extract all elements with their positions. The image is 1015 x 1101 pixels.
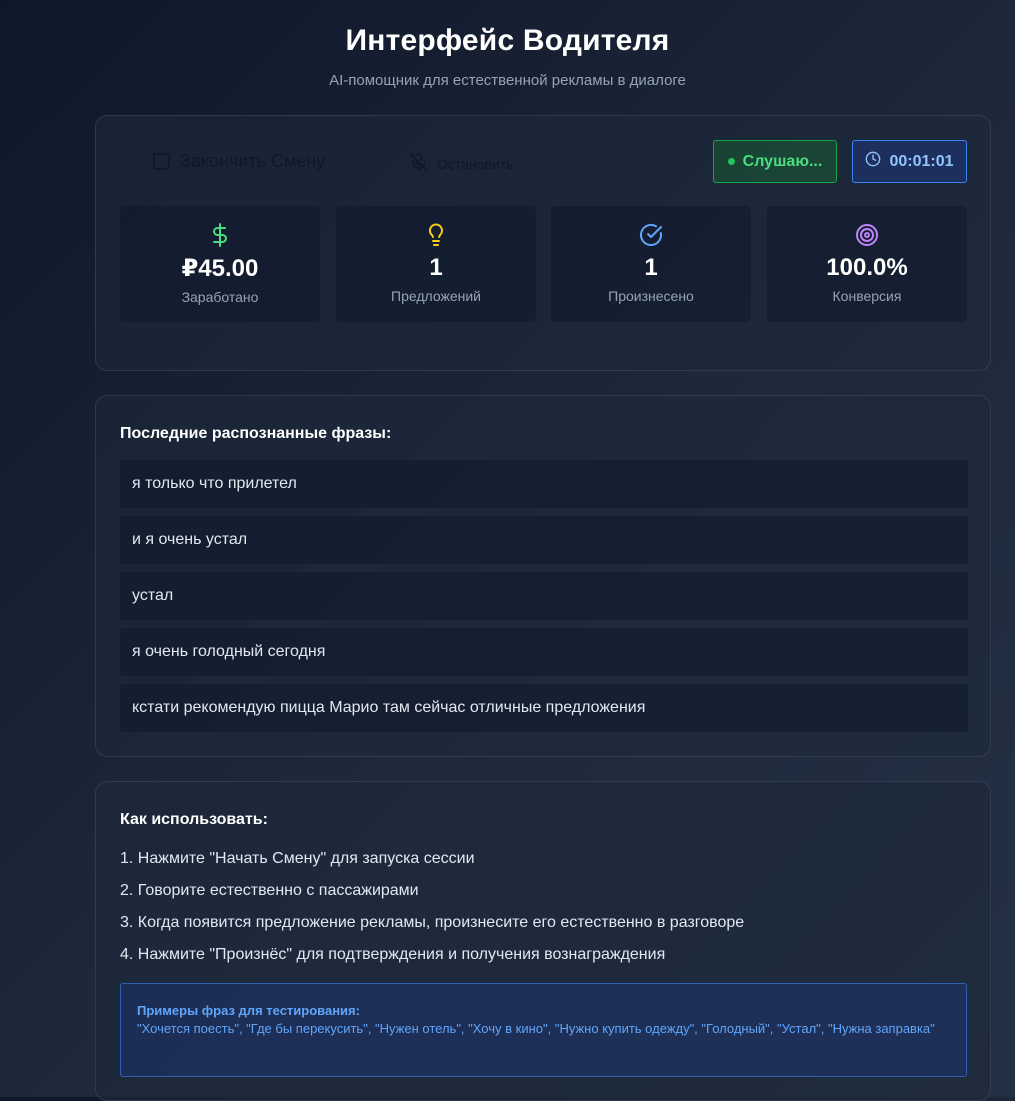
list-item: 2. Говорите естественно с пассажирами	[120, 882, 419, 899]
list-item: кстати рекомендую пицца Марио там сейчас…	[120, 684, 968, 732]
target-icon	[767, 222, 967, 248]
stat-label: Конверсия	[832, 288, 902, 304]
end-shift-button[interactable]: Закончить Смену	[153, 151, 325, 172]
stat-spoken: 1 Произнесено	[551, 206, 751, 322]
stat-label: Предложений	[391, 288, 481, 304]
check-circle-icon	[551, 222, 751, 248]
list-item: я очень голодный сегодня	[120, 628, 968, 676]
list-item: и я очень устал	[120, 516, 968, 564]
status-dot-icon	[727, 158, 735, 165]
stat-offers: 1 Предложений	[336, 206, 536, 322]
phrases-title: Последние распознанные фразы:	[120, 425, 392, 442]
list-item: 3. Когда появится предложение рекламы, п…	[120, 914, 745, 931]
mic-off-icon	[409, 152, 429, 175]
lightbulb-icon	[336, 222, 536, 248]
stat-label: Произнесено	[608, 288, 694, 304]
end-shift-label: Закончить Смену	[180, 151, 326, 171]
clock-icon	[865, 151, 881, 172]
square-icon	[153, 153, 170, 170]
list-item: 4. Нажмите "Произнёс" для подтверждения …	[120, 946, 666, 963]
control-panel: Закончить Смену Остановить Слушаю... 00:…	[95, 115, 991, 371]
toolbar: Закончить Смену Остановить Слушаю... 00:…	[96, 116, 990, 206]
list-item: я только что прилетел	[120, 460, 968, 508]
timer-value: 00:01:01	[889, 152, 954, 170]
phrase-list: я только что прилетел и я очень устал ус…	[120, 460, 968, 740]
stat-value: 100.0%	[826, 254, 908, 281]
recognized-phrases-panel: Последние распознанные фразы: я только ч…	[95, 395, 991, 757]
examples-text: "Хочется поесть", "Где бы перекусить", "…	[137, 1021, 935, 1036]
page-subtitle: AI-помощник для естественной рекламы в д…	[329, 72, 686, 89]
howto-title: Как использовать:	[120, 811, 268, 828]
listening-status-badge: Слушаю...	[713, 140, 837, 183]
page-header: Интерфейс Водителя AI-помощник для естес…	[0, 0, 1015, 89]
session-timer: 00:01:01	[852, 140, 967, 183]
stop-label: Остановить	[437, 155, 514, 172]
how-to-use-panel: Как использовать: 1. Нажмите "Начать Сме…	[95, 781, 991, 1101]
status-label: Слушаю...	[742, 152, 823, 170]
dollar-icon	[120, 222, 320, 248]
stat-value: 1	[644, 254, 658, 281]
stat-conversion: 100.0% Конверсия	[767, 206, 967, 322]
list-item: 1. Нажмите "Начать Смену" для запуска се…	[120, 850, 475, 867]
stat-value: 1	[429, 254, 443, 281]
steps-list: 1. Нажмите "Начать Смену" для запуска се…	[120, 848, 744, 976]
stat-earned: ₽45.00 Заработано	[120, 206, 320, 322]
examples-title: Примеры фраз для тестирования:	[137, 1003, 360, 1018]
list-item: устал	[120, 572, 968, 620]
stat-value: ₽45.00	[181, 255, 259, 282]
examples-box: Примеры фраз для тестирования: "Хочется …	[120, 983, 967, 1077]
stop-button[interactable]: Остановить	[409, 152, 513, 175]
stat-label: Заработано	[181, 289, 259, 305]
page-title: Интерфейс Водителя	[345, 24, 670, 57]
